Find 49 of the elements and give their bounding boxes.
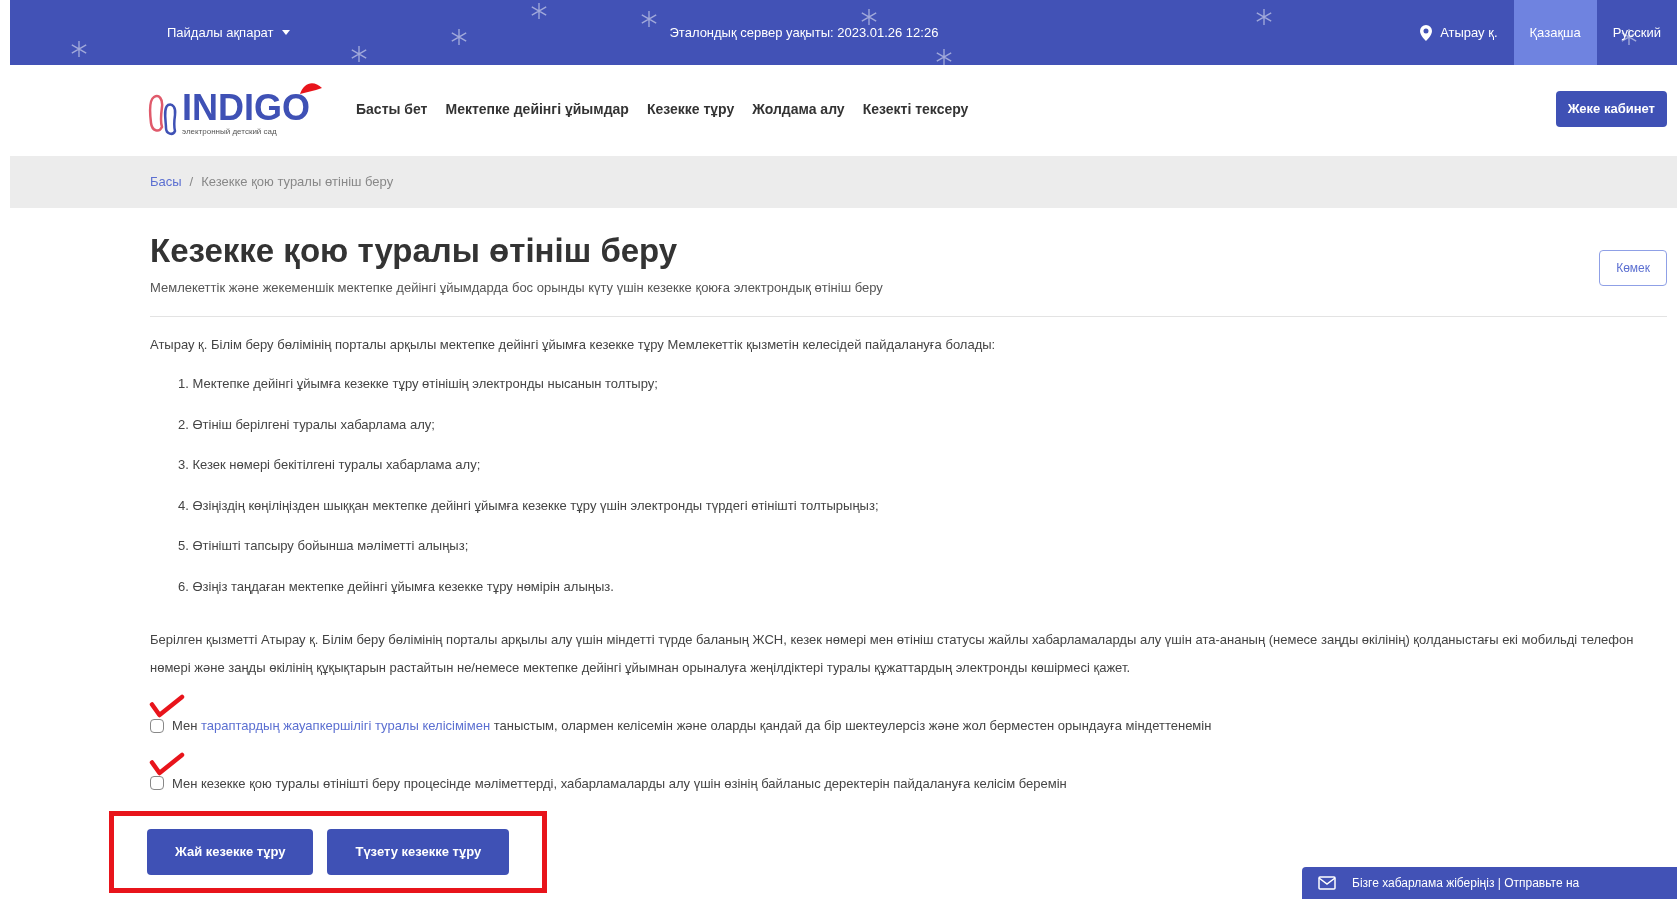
nav-link[interactable]: Мектепке дейінгі ұйымдар (445, 98, 629, 120)
agreement-text: Мен кезекке қою туралы өтінішті беру процесінде мәліметтерді, хабарламаларды алу үшін өзінің байланыс деректерін пайдалануға келісім беремін (172, 774, 1067, 793)
snowflake-icon (860, 8, 878, 26)
city-label[interactable]: Атырау қ. (1440, 22, 1498, 43)
step-text: 2. Өтініш берілгені туралы хабарлама алу; (178, 415, 436, 434)
nav-link[interactable]: Кезекті тексеру (862, 98, 969, 120)
step-text: 4. Өзіңіздің көңіліңізден шыққан мектепке дейінгі ұйымға кезекке тұру үшін электронды түрдегі өтінішті толтырыңыз; (178, 496, 880, 515)
cabinet-button[interactable]: Жеке кабинет (1555, 91, 1667, 127)
logo-tagline: электронный детский сад (182, 126, 278, 138)
envelope-icon (1318, 876, 1336, 890)
breadcrumb-separator: / (189, 173, 194, 192)
snowflake-icon (935, 48, 953, 66)
snowflake-icon (1255, 8, 1273, 26)
nav-link[interactable]: Кезекке тұру (646, 98, 735, 120)
page-subtitle: Мемлекеттік және жекеменшік мектепке дейінгі ұйымдарда бос орынды күту үшін кезекке қоюға электрондық өтініш беру (150, 279, 883, 297)
snowflake-icon (70, 40, 88, 58)
caret-icon (281, 30, 290, 35)
language-tab[interactable]: Русский (1596, 0, 1677, 65)
help-button[interactable]: Көмек (1599, 250, 1667, 286)
location-pin-icon (1420, 24, 1433, 41)
nav-link[interactable]: Жолдама алу (752, 98, 845, 120)
snowflake-icon (530, 2, 548, 20)
snowflake-icon (640, 10, 658, 28)
queue-button[interactable]: Жай кезекке тұру (147, 829, 314, 875)
checkbox[interactable] (150, 776, 164, 791)
step-text: 6. Өзіңіз таңдаған мектепке дейінгі ұйымға кезекке тұру нөмірін алыңыз. (178, 577, 615, 596)
checkbox[interactable] (150, 718, 164, 733)
santa-hat-icon (298, 80, 324, 96)
snowflake-icon (350, 45, 368, 63)
step-text: 1. Мектепке дейінгі ұйымға кезекке тұру өтінішің электронды нысанын толтыру; (178, 375, 659, 393)
snowflake-icon (450, 28, 468, 46)
page-title: Кезекке қою туралы өтініш беру (150, 231, 679, 271)
breadcrumb-current: Кезекке қою туралы өтініш беру (201, 173, 394, 192)
requirements-text: Берілген қызметті Атырау қ. Білім беру бөлімінің порталы арқылы алу үшін міндетті түрде баланың ЖСН, кезек нөмері мен өтініш статусы жайлы хабарламаларды алу үшін ата-ананың (немесе заңды өкілінің) қолданыстағы екі мобильді телефон нөмері және заңды өкілінің құқықтарын растайтын не/немесе мектепке дейінгі ұйымнан орыналуға жеңілдіктері туралы құжаттардың электронды көшірмесі қажет. (150, 631, 1635, 677)
indigo-logo[interactable]: INDIGO электронный детский сад (148, 80, 326, 138)
agreement-link[interactable]: тараптардың жауапкершілігі туралы келісімімен (201, 718, 491, 733)
language-tab[interactable]: Қазақша (1513, 0, 1597, 65)
queue-button[interactable]: Түзету кезекке тұру (327, 829, 510, 875)
step-text: 3. Кезек нөмері бекітілгені туралы хабарлама алу; (178, 456, 482, 474)
server-time: Эталондық сервер уақыты: 2023.01.26 12:26 (669, 23, 939, 42)
step-text: 5. Өтінішті тапсыру бойынша мәліметті алыңыз; (178, 537, 470, 555)
breadcrumb-home[interactable]: Басы (150, 172, 182, 192)
feedback-text: Бізге хабарлама жіберіңіз | Отправьте на (1352, 875, 1580, 892)
agreement-text: Мен тараптардың жауапкершілігі туралы келісімімен таныстым, олармен келісемін және оларды қандай да бір шектеулерсіз және жол берместен орындауға міндеттенемін (172, 717, 1212, 735)
info-menu[interactable]: Пайдалы ақпарат (167, 22, 290, 43)
feedback-bar[interactable]: Бізге хабарлама жіберіңіз | Отправьте на (1302, 867, 1677, 899)
nav-link[interactable]: Басты бет (356, 98, 428, 120)
intro-text: Атырау қ. Білім беру бөлімінің порталы арқылы мектепке дейінгі ұйымға кезекке тұру Мемлекеттік қызметін келесідей пайдалануға болады: (150, 335, 997, 354)
logo-text: INDIGO (182, 90, 310, 126)
